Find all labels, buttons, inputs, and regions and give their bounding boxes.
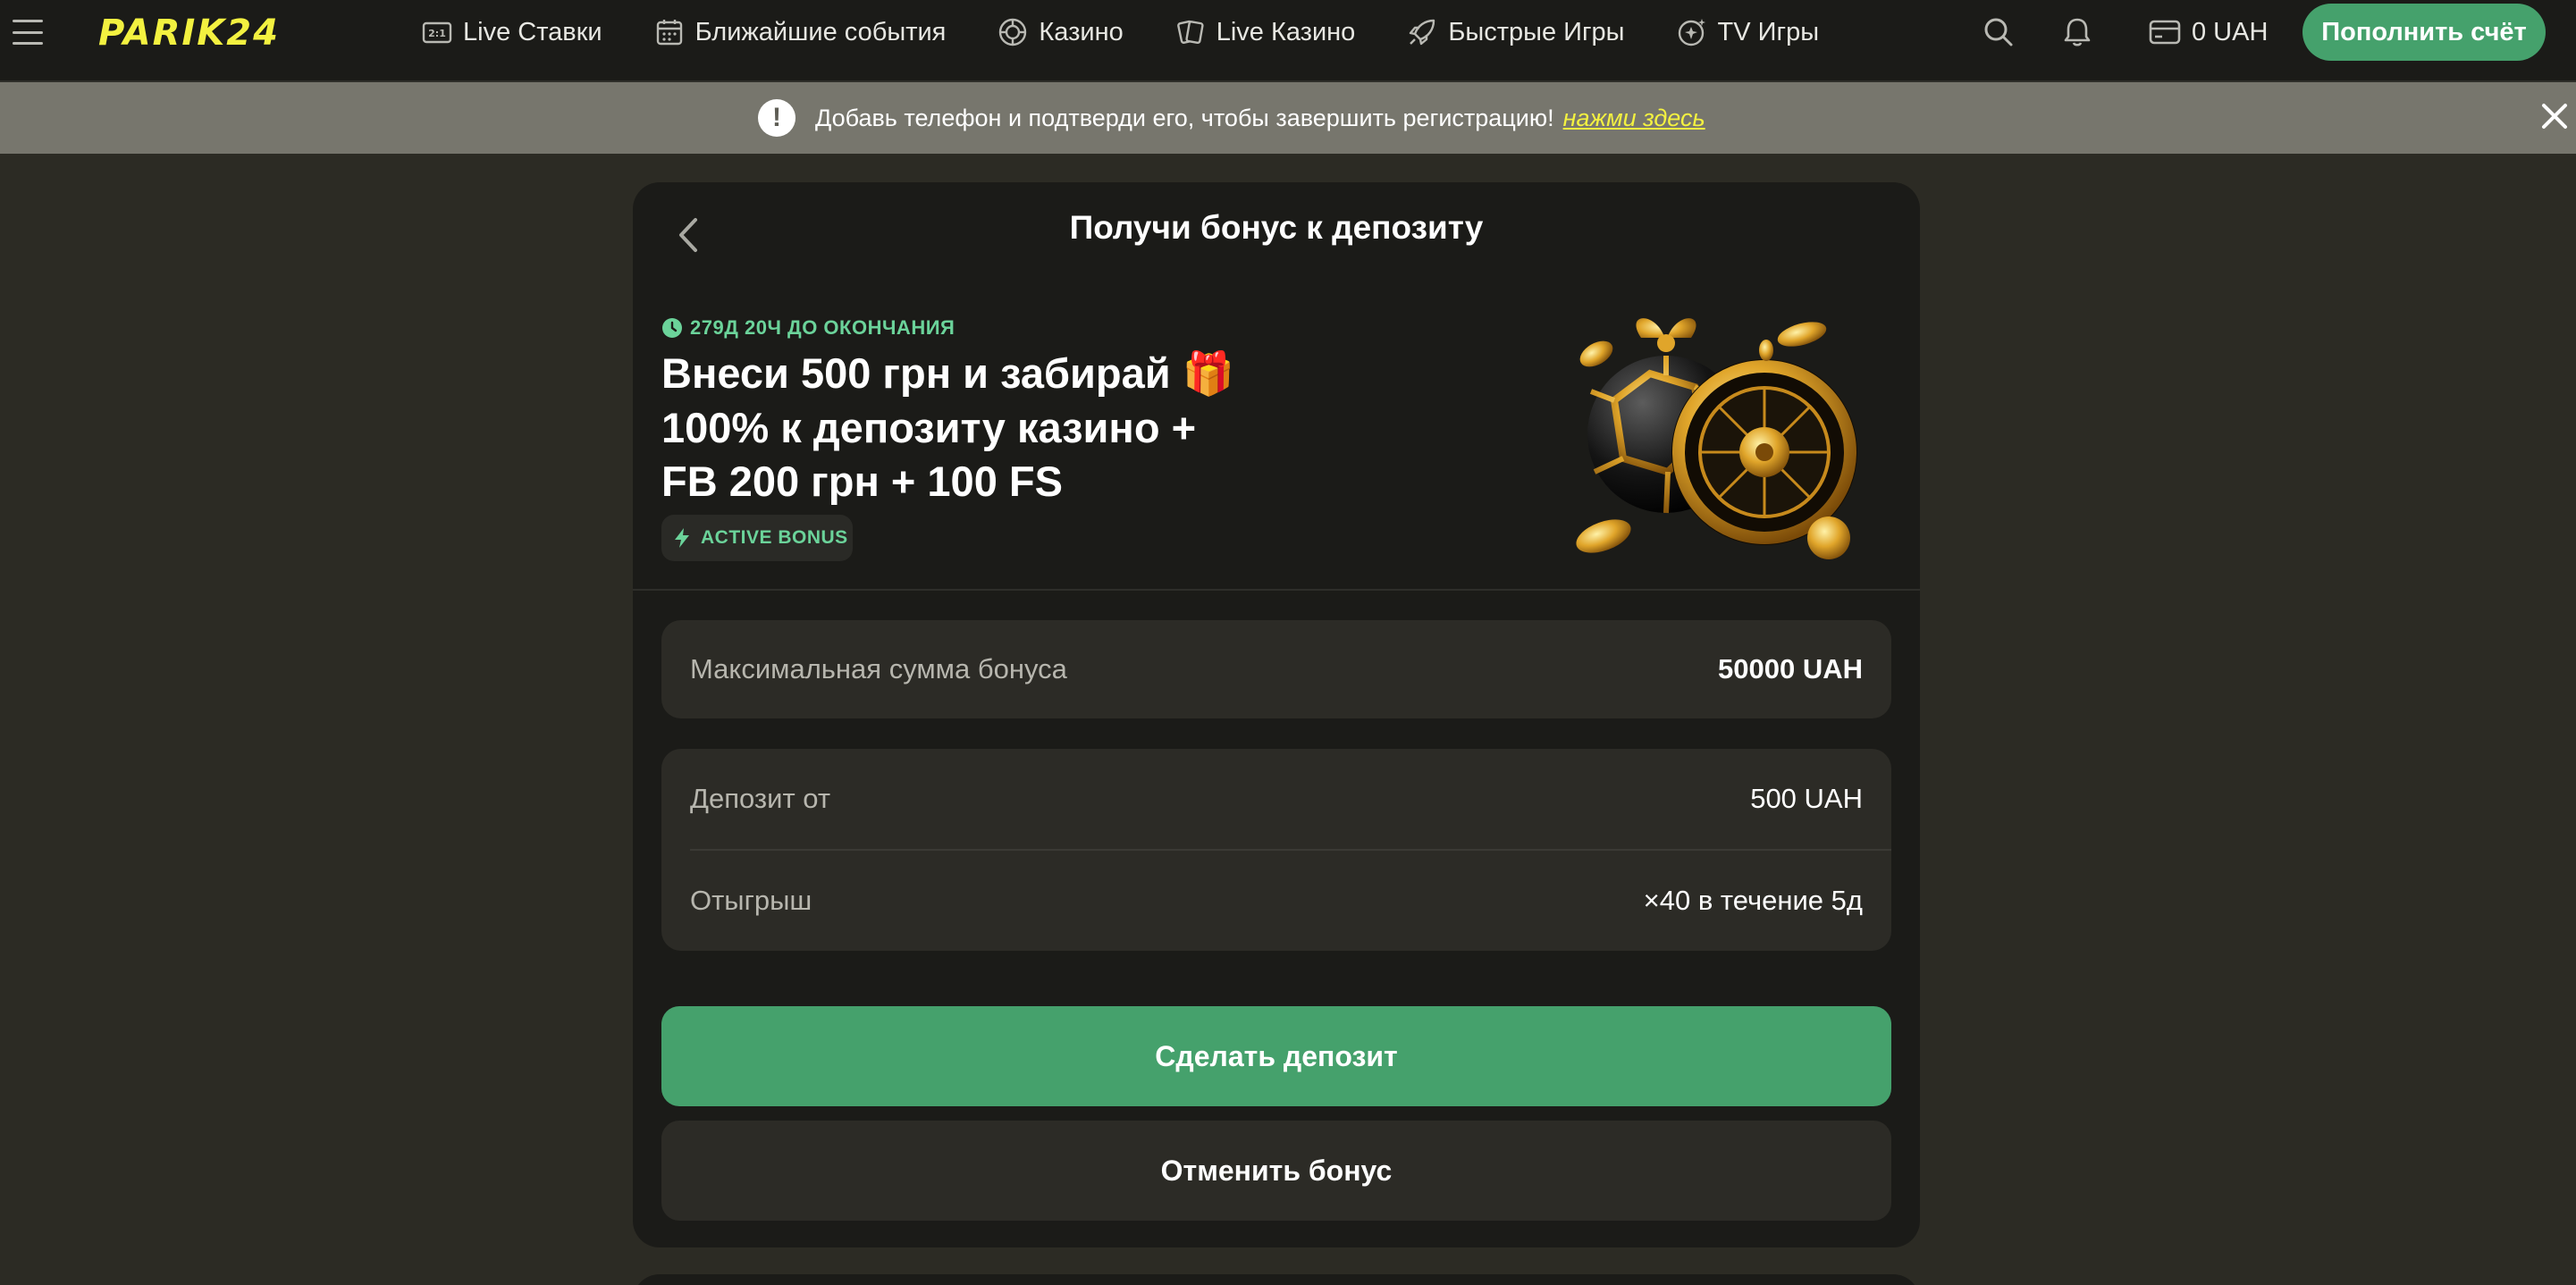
bell-icon[interactable] bbox=[2061, 16, 2093, 48]
bonus-card: Получи бонус к депозиту 279Д 20Ч ДО ОКОН… bbox=[633, 182, 1920, 1247]
menu-icon[interactable] bbox=[13, 20, 43, 45]
gift-icon: 🎁 bbox=[1182, 349, 1235, 399]
promo-title: Внеси 500 грн и забирай 🎁 100% к депозит… bbox=[661, 347, 1251, 508]
casino-roulette-illustration bbox=[1576, 318, 1857, 559]
close-icon[interactable] bbox=[2537, 98, 2572, 134]
nav-item-live-casino[interactable]: Live Казино bbox=[1175, 0, 1356, 64]
nav-item-label: Live Казино bbox=[1216, 17, 1356, 46]
wager-label: Отыгрыш bbox=[690, 885, 812, 916]
exclamation-icon: ! bbox=[758, 99, 796, 137]
topup-button[interactable]: Пополнить счёт bbox=[2302, 4, 2546, 61]
calendar-icon bbox=[656, 20, 682, 46]
deposit-from-row: Депозит от 500 UAH bbox=[661, 749, 1891, 849]
nav-item-label: Казино bbox=[1039, 17, 1124, 46]
wager-row: Отыгрыш ×40 в течение 5д bbox=[661, 851, 1891, 951]
badge-label: ACTIVE BONUS bbox=[701, 527, 848, 548]
svg-text:2:1: 2:1 bbox=[428, 28, 446, 39]
notice-text: Добавь телефон и подтверди его, чтобы за… bbox=[815, 104, 1554, 131]
promo-title-rest: 100% к депозиту казино + FB 200 грн + 10… bbox=[661, 404, 1197, 505]
timer-text: 279Д 20Ч ДО ОКОНЧАНИЯ bbox=[690, 316, 955, 339]
max-bonus-row: Максимальная сумма бонуса 50000 UAH bbox=[661, 620, 1891, 718]
nav-item-label: Live Ставки bbox=[463, 17, 602, 46]
top-navigation-bar: PARIK24 2:1 Live Ставки Ближайшие событи… bbox=[0, 0, 2576, 82]
nav-item-label: Быстрые Игры bbox=[1448, 17, 1625, 46]
clock-icon bbox=[662, 318, 682, 338]
lightning-icon bbox=[675, 528, 689, 548]
nav-item-casino[interactable]: Казино bbox=[998, 0, 1124, 64]
nav-item-tv-games[interactable]: TV Игры bbox=[1677, 0, 1820, 64]
cancel-bonus-button[interactable]: Отменить бонус bbox=[661, 1121, 1891, 1221]
make-deposit-button[interactable]: Сделать депозит bbox=[661, 1006, 1891, 1106]
brand-logo[interactable]: PARIK24 bbox=[98, 11, 280, 55]
deposit-from-label: Депозит от bbox=[690, 783, 831, 814]
search-icon[interactable] bbox=[1983, 16, 2015, 48]
active-bonus-badge: ACTIVE BONUS bbox=[661, 515, 853, 561]
nav-item-fast-games[interactable]: Быстрые Игры bbox=[1407, 0, 1625, 64]
tv-games-icon bbox=[1678, 19, 1705, 46]
balance-display[interactable]: 0 UAH bbox=[2149, 14, 2268, 50]
nav-item-upcoming-events[interactable]: Ближайшие события bbox=[654, 0, 947, 64]
promo-timer: 279Д 20Ч ДО ОКОНЧАНИЯ bbox=[661, 316, 955, 340]
nav-item-label: Ближайшие события bbox=[695, 17, 947, 46]
registration-notice-banner: ! Добавь телефон и подтверди его, чтобы … bbox=[0, 82, 2576, 154]
section-divider bbox=[633, 589, 1920, 591]
notice-content: ! Добавь телефон и подтверди его, чтобы … bbox=[758, 98, 1705, 138]
max-bonus-box: Максимальная сумма бонуса 50000 UAH bbox=[661, 620, 1891, 718]
wallet-card-icon bbox=[2149, 20, 2181, 45]
card-title: Получи бонус к депозиту bbox=[1069, 209, 1484, 246]
live-bets-icon: 2:1 bbox=[422, 21, 452, 44]
main-nav: 2:1 Live Ставки Ближайшие события Казино… bbox=[422, 0, 1819, 64]
cards-icon bbox=[1176, 20, 1204, 45]
wager-value: ×40 в течение 5д bbox=[1643, 885, 1863, 916]
balance-value: 0 UAH bbox=[2192, 17, 2269, 46]
next-card-edge bbox=[633, 1274, 1920, 1285]
deposit-terms-box: Депозит от 500 UAH Отыгрыш ×40 в течение… bbox=[661, 749, 1891, 951]
max-bonus-label: Максимальная сумма бонуса bbox=[690, 653, 1067, 684]
casino-chip-icon bbox=[999, 18, 1027, 46]
promo-title-line1: Внеси 500 грн и забирай bbox=[661, 349, 1171, 397]
max-bonus-value: 50000 UAH bbox=[1718, 653, 1863, 684]
card-header: Получи бонус к депозиту bbox=[633, 182, 1920, 281]
rocket-icon bbox=[1410, 19, 1435, 46]
notice-link[interactable]: нажми здесь bbox=[1563, 105, 1705, 132]
deposit-from-value: 500 UAH bbox=[1750, 783, 1863, 814]
nav-item-label: TV Игры bbox=[1717, 17, 1820, 46]
nav-item-live-bets[interactable]: 2:1 Live Ставки bbox=[422, 0, 602, 64]
